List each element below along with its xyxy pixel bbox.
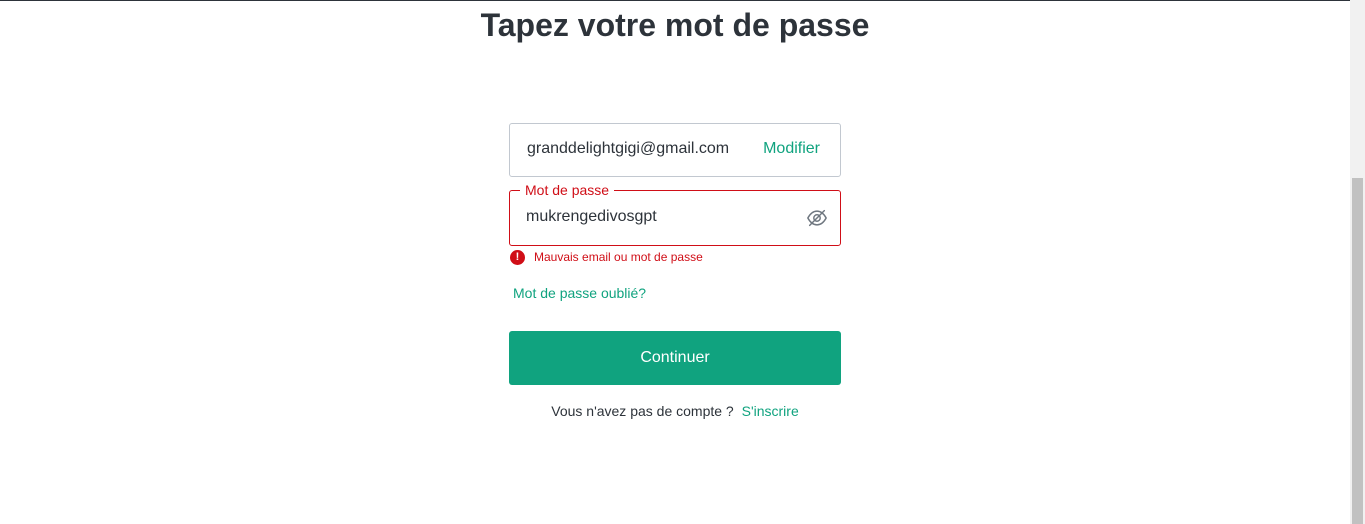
password-field: Mot de passe [509, 182, 841, 246]
signup-prompt: Vous n'avez pas de compte ? [551, 403, 734, 419]
password-input[interactable] [526, 208, 786, 226]
signup-link[interactable]: S'inscrire [742, 403, 799, 419]
vertical-scrollbar[interactable] [1350, 0, 1365, 524]
eye-slash-icon[interactable] [806, 207, 828, 229]
alert-circle-icon: ! [510, 250, 525, 265]
edit-email-link[interactable]: Modifier [763, 140, 820, 158]
email-field: granddelightgigi@gmail.com Modifier [509, 123, 841, 177]
login-page: Tapez votre mot de passe granddelightgig… [0, 0, 1350, 524]
password-label: Mot de passe [520, 182, 615, 198]
scrollbar-thumb[interactable] [1352, 178, 1363, 524]
forgot-password-link[interactable]: Mot de passe oublié? [513, 285, 646, 301]
page-title: Tapez votre mot de passe [480, 7, 870, 43]
error-message: Mauvais email ou mot de passe [534, 250, 703, 264]
continue-button[interactable]: Continuer [509, 331, 841, 385]
email-value: granddelightgigi@gmail.com [527, 140, 730, 157]
signup-row: Vous n'avez pas de compte ? S'inscrire [450, 403, 900, 419]
